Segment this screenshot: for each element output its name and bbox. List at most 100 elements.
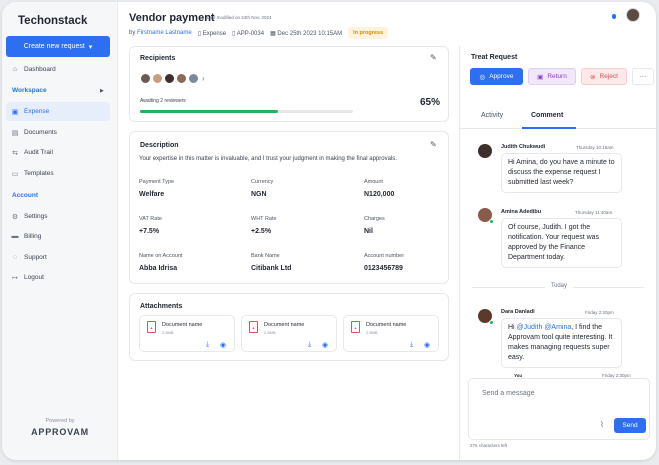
sidebar-item-audit-trail[interactable]: ⇆ Audit Trail <box>6 143 110 162</box>
field-value: N120,000 <box>364 191 395 198</box>
create-request-label: Create new request <box>23 43 85 50</box>
edit-icon[interactable]: ✎ <box>430 140 437 149</box>
progress-percent: 65% <box>420 97 441 108</box>
download-icon[interactable]: ⤓ <box>308 341 311 349</box>
approve-button[interactable]: ◎ Approve <box>470 68 523 85</box>
message-composer[interactable]: Send a message ⌇ Send <box>468 378 650 440</box>
approve-label: Approve <box>489 73 514 80</box>
document-icon: ▯ <box>197 30 202 37</box>
sidebar-item-expense[interactable]: ▣ Expense <box>6 102 110 121</box>
comment-bubble: Hi @Judith @Amina, I find the Approvam t… <box>501 318 622 368</box>
create-request-button[interactable]: Create new request ▾ <box>6 36 110 57</box>
field-value: +7.5% <box>139 228 160 235</box>
field-value: Abba Idrisa <box>139 265 178 272</box>
mention-link[interactable]: @Amina <box>544 324 571 331</box>
chevron-down-icon: ▾ <box>88 43 93 51</box>
field-label: WHT Rate <box>251 216 277 222</box>
sidebar-item-label: Audit Trail <box>24 149 53 156</box>
author-link[interactable]: Firstname Lastname <box>137 30 192 36</box>
sidebar-item-label: Support <box>24 254 47 261</box>
field-label: Bank Name <box>251 253 280 259</box>
description-card: Description ✎ <box>129 131 449 284</box>
more-options-button[interactable]: ··· <box>632 68 654 85</box>
chevron-right-icon[interactable]: › <box>202 74 205 83</box>
close-circle-icon: ⊗ <box>590 73 596 81</box>
sidebar-item-label: Expense <box>24 108 50 115</box>
more-icon: ··· <box>639 73 647 80</box>
product-logo: APPROVAM <box>31 427 89 437</box>
pdf-icon: ▴ <box>249 321 258 333</box>
last-modified: Last modified on 24th Nov, 2024 <box>207 15 272 20</box>
field-value: NGN <box>251 191 267 198</box>
attachment-name: Document name <box>366 322 407 328</box>
sidebar-item-documents[interactable]: ▤ Documents <box>6 123 110 142</box>
support-icon: ◌ <box>12 254 18 261</box>
mention-link[interactable]: @Judith <box>517 324 543 331</box>
return-button[interactable]: ▣ Return <box>528 68 576 85</box>
tab-activity[interactable]: Activity <box>481 112 503 119</box>
file-icon: ▤ <box>11 129 19 137</box>
field-label: Payment Type <box>139 179 175 185</box>
active-tab-indicator <box>522 127 576 129</box>
wallet-icon: ▣ <box>11 108 19 116</box>
eye-icon[interactable]: ◉ <box>424 341 430 349</box>
progress-fill <box>140 110 279 113</box>
powered-by-label: Powered by <box>45 418 75 424</box>
attachment-item[interactable]: ▴ Document name 2.5MB ⤓ ◉ <box>343 315 439 352</box>
field-label: Amount <box>364 179 383 185</box>
reject-button[interactable]: ⊗ Reject <box>581 68 627 85</box>
request-meta: by Firstname Lastname ▯ Expense ▯ APP-00… <box>129 27 389 39</box>
page-title: Vendor payment <box>129 12 215 24</box>
return-icon: ▣ <box>537 73 544 81</box>
edit-icon[interactable]: ✎ <box>430 53 437 62</box>
sidebar: Techonstack Create new request ▾ ⌂ Dashb… <box>2 2 118 460</box>
return-label: Return <box>547 73 567 80</box>
send-button[interactable]: Send <box>614 418 646 433</box>
logout-icon: ↦ <box>12 274 18 282</box>
sidebar-item-templates[interactable]: ▭ Templates <box>6 164 110 183</box>
attachment-size: 2.5MB <box>366 330 378 335</box>
sidebar-item-settings[interactable]: ⚙ Settings <box>6 207 110 226</box>
progress-bar <box>140 110 353 113</box>
sidebar-item-logout[interactable]: ↦ Logout <box>6 268 110 287</box>
template-icon: ▭ <box>11 170 19 178</box>
attachment-item[interactable]: ▴ Document name 2.5MB ⤓ ◉ <box>139 315 235 352</box>
section-workspace: Workspace <box>12 87 47 94</box>
online-status <box>489 320 494 325</box>
notification-indicator[interactable] <box>612 14 616 19</box>
online-status <box>489 219 494 224</box>
sidebar-item-label: Billing <box>24 233 42 240</box>
comment-author: Dara Danladi <box>501 309 535 315</box>
sidebar-item-dashboard[interactable]: ⌂ Dashboard <box>6 60 110 79</box>
field-value: Citibank Ltd <box>251 265 292 272</box>
sidebar-item-support[interactable]: ◌ Support <box>6 248 110 267</box>
paperclip-icon[interactable]: ⌇ <box>600 420 604 429</box>
description-title: Description <box>140 142 179 149</box>
comment-author: Amina Adedibu <box>501 209 542 215</box>
attachment-size: 2.5MB <box>162 330 174 335</box>
eye-icon[interactable]: ◉ <box>322 341 328 349</box>
tab-comment[interactable]: Comment <box>531 112 563 119</box>
caret-right-icon[interactable]: ▶ <box>100 88 104 94</box>
date-separator: Today <box>545 283 574 289</box>
message-input[interactable]: Send a message <box>482 390 535 397</box>
comment-time: Thursday 11:40am <box>575 210 613 215</box>
request-id: APP-0034 <box>236 30 265 37</box>
document-icon: ▯ <box>232 30 236 37</box>
attachment-item[interactable]: ▴ Document name 2.5MB ⤓ ◉ <box>241 315 337 352</box>
avatar[interactable] <box>626 8 640 22</box>
field-value: 0123456789 <box>364 265 403 272</box>
download-icon[interactable]: ⤓ <box>410 341 413 349</box>
field-label: VAT Rate <box>139 216 162 222</box>
eye-icon[interactable]: ◉ <box>220 341 226 349</box>
download-icon[interactable]: ⤓ <box>206 341 209 349</box>
field-label: Charges <box>364 216 385 222</box>
attachments-title: Attachments <box>140 303 183 310</box>
sidebar-item-label: Settings <box>24 213 48 220</box>
comment-time: Friday 2:20pm <box>585 310 614 315</box>
sidebar-item-billing[interactable]: ▬ Billing <box>6 227 110 246</box>
sidebar-item-label: Logout <box>24 274 44 281</box>
attachment-name: Document name <box>162 322 203 328</box>
field-value: Welfare <box>139 191 165 198</box>
check-circle-icon: ◎ <box>479 73 486 81</box>
